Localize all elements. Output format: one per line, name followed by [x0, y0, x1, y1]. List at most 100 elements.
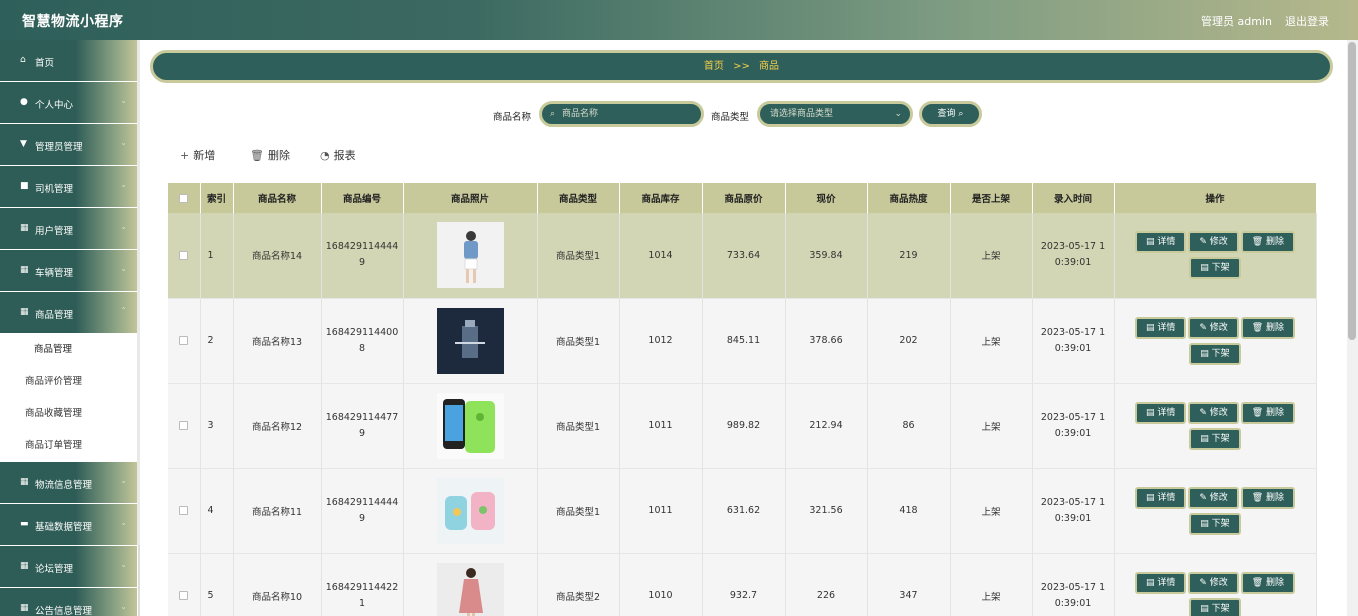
chevron-icon: ⌄: [120, 180, 127, 189]
off-shelf-button[interactable]: ▤ 下架: [1189, 427, 1241, 450]
cell-photo: [403, 468, 538, 554]
cell-actions: ▤ 详情 ✎ 修改 🗑 删除 ▤ 下架: [1114, 468, 1317, 554]
cell-photo: [403, 298, 538, 384]
cell-index: 2: [200, 298, 234, 384]
header-photo: 商品照片: [403, 183, 538, 213]
cell-time: 2023-05-17 10:39:01: [1032, 383, 1115, 469]
row-checkbox[interactable]: [168, 383, 201, 469]
table-row: 3 商品名称12 1684291144779 商品类型1 1011 989.82 212.9…: [168, 383, 1317, 469]
cell-type: 商品类型2: [537, 553, 620, 616]
sub-item-goods[interactable]: 商品管理: [0, 334, 137, 366]
cell-stock: 1011: [619, 383, 703, 469]
sidebar-item[interactable]: ▦ 车辆管理 ⌄: [0, 250, 137, 292]
cell-code: 1684291144008: [321, 298, 404, 384]
name-placeholder: 商品名称: [562, 109, 599, 119]
delete-button[interactable]: 🗑 删除: [250, 147, 290, 163]
cell-actions: ▤ 详情 ✎ 修改 🗑 删除 ▤ 下架: [1114, 298, 1317, 384]
product-photo: [436, 307, 504, 374]
header-type: 商品类型: [537, 183, 620, 213]
sidebar-item[interactable]: ▦ 商品管理 ⌃: [0, 292, 137, 334]
menu-icon: ▦: [20, 561, 29, 571]
type-placeholder: 请选择商品类型: [770, 109, 834, 119]
delete-row-button[interactable]: 🗑 删除: [1240, 571, 1296, 594]
delete-row-button[interactable]: 🗑 删除: [1240, 401, 1296, 424]
sidebar-item-label: 公告信息管理: [35, 606, 93, 616]
row-checkbox[interactable]: [168, 213, 201, 299]
detail-button[interactable]: ▤ 详情: [1134, 486, 1187, 509]
scrollbar-thumb[interactable]: [1348, 42, 1356, 340]
sidebar-item[interactable]: ▦ 物流信息管理 ⌄: [0, 462, 137, 504]
delete-row-button[interactable]: 🗑 删除: [1240, 316, 1296, 339]
menu-icon: ⌂: [20, 55, 26, 65]
cell-stock: 1010: [619, 553, 703, 616]
table-row: 1 商品名称14 1684291144449 商品类型1 1014 733.64 359.8…: [168, 213, 1317, 299]
sub-item-goods-order[interactable]: 商品订单管理: [0, 430, 137, 462]
off-shelf-button[interactable]: ▤ 下架: [1189, 512, 1241, 535]
cell-heat: 219: [867, 213, 951, 299]
cell-orig-price: 631.62: [702, 468, 786, 554]
menu-icon: ▬: [20, 519, 29, 529]
sidebar-item[interactable]: ▼ 管理员管理 ⌄: [0, 124, 137, 166]
row-checkbox[interactable]: [168, 468, 201, 554]
detail-button[interactable]: ▤ 详情: [1134, 231, 1187, 254]
sidebar-item[interactable]: ▬ 基础数据管理 ⌄: [0, 504, 137, 546]
off-shelf-label: 下架: [1211, 518, 1230, 529]
menu-icon: ▦: [20, 223, 29, 233]
sidebar-item-label: 商品管理: [35, 310, 74, 321]
sidebar-item[interactable]: ■ 司机管理 ⌄: [0, 166, 137, 208]
cell-stock: 1014: [619, 213, 703, 299]
cell-heat: 202: [867, 298, 951, 384]
report-button[interactable]: ◔ 报表: [320, 147, 356, 163]
header-stock: 商品库存: [619, 183, 703, 213]
edit-button[interactable]: ✎ 修改: [1188, 401, 1239, 424]
cell-orig-price: 733.64: [702, 213, 786, 299]
off-shelf-label: 下架: [1211, 433, 1230, 444]
row-checkbox[interactable]: [168, 298, 201, 384]
edit-button[interactable]: ✎ 修改: [1188, 316, 1239, 339]
sub-item-goods-review[interactable]: 商品评价管理: [0, 366, 137, 398]
sidebar-item[interactable]: ▦ 用户管理 ⌄: [0, 208, 137, 250]
delete-row-button[interactable]: 🗑 删除: [1240, 486, 1296, 509]
row-checkbox[interactable]: [168, 553, 201, 616]
cell-time: 2023-05-17 10:39:01: [1032, 468, 1115, 554]
off-shelf-button[interactable]: ▤ 下架: [1189, 597, 1241, 616]
name-search-input[interactable]: ⌕ 商品名称: [539, 101, 704, 127]
add-button[interactable]: + 新增: [180, 147, 215, 163]
cell-time: 2023-05-17 10:39:01: [1032, 213, 1115, 299]
type-select[interactable]: 请选择商品类型 ⌄: [757, 101, 913, 127]
app-title: 智慧物流小程序: [22, 14, 124, 30]
sub-item-goods-favorite[interactable]: 商品收藏管理: [0, 398, 137, 430]
detail-button[interactable]: ▤ 详情: [1134, 401, 1187, 424]
sidebar-item[interactable]: ▦ 公告信息管理 ⌄: [0, 588, 137, 616]
sidebar-item[interactable]: ▦ 论坛管理 ⌄: [0, 546, 137, 588]
detail-button[interactable]: ▤ 详情: [1134, 316, 1187, 339]
cell-onsale: 上架: [950, 468, 1033, 554]
detail-button[interactable]: ▤ 详情: [1134, 571, 1187, 594]
cell-code: 1684291144449: [321, 213, 404, 299]
edit-button[interactable]: ✎ 修改: [1188, 231, 1239, 254]
off-shelf-button[interactable]: ▤ 下架: [1189, 257, 1241, 280]
plus-icon: +: [180, 149, 190, 162]
breadcrumb-separator: >>: [733, 61, 750, 72]
delete-label: 删除: [1266, 492, 1285, 503]
current-user: 管理员 admin: [1201, 15, 1272, 28]
chevron-icon: ⌄: [120, 518, 127, 527]
select-all-checkbox[interactable]: [168, 183, 201, 213]
delete-label: 删除: [1266, 407, 1285, 418]
edit-button[interactable]: ✎ 修改: [1188, 486, 1239, 509]
delete-row-button[interactable]: 🗑 删除: [1240, 231, 1296, 254]
cell-type: 商品类型1: [537, 213, 620, 299]
delete-label: 删除: [1266, 577, 1285, 588]
edit-label: 修改: [1209, 407, 1228, 418]
logout-link[interactable]: 退出登录: [1285, 13, 1329, 29]
edit-button[interactable]: ✎ 修改: [1188, 571, 1239, 594]
detail-label: 详情: [1157, 322, 1176, 333]
detail-label: 详情: [1157, 407, 1176, 418]
sidebar-item[interactable]: ⌂ 首页: [0, 40, 137, 82]
cell-time: 2023-05-17 10:39:01: [1032, 298, 1115, 384]
breadcrumb-home[interactable]: 首页: [704, 61, 724, 72]
search-button[interactable]: 查询 ⌕: [919, 101, 982, 127]
chevron-icon: ⌄: [120, 476, 127, 485]
off-shelf-button[interactable]: ▤ 下架: [1189, 342, 1241, 365]
cell-name: 商品名称13: [233, 298, 322, 384]
